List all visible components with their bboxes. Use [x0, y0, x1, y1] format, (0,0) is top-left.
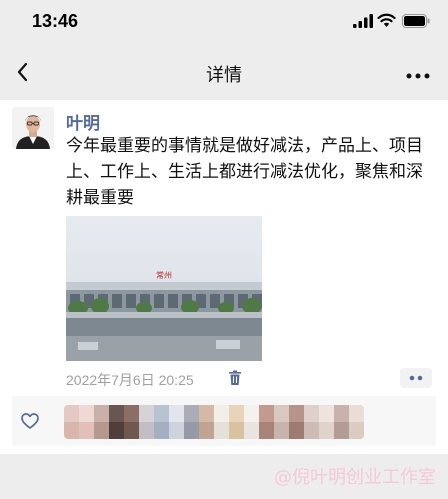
heart-icon	[21, 413, 39, 429]
liker-avatar[interactable]	[139, 405, 154, 439]
post-timestamp: 2022年7月6日 20:25	[66, 372, 194, 388]
moment-detail: 叶明 今年最重要的事情就是做好减法，产品上、项目上、工作上、生活上都进行减法优化…	[0, 100, 448, 454]
signal-icon	[353, 14, 373, 28]
liker-avatar[interactable]	[319, 405, 334, 439]
two-dots-icon	[409, 375, 423, 381]
like-comment-button[interactable]	[400, 368, 432, 388]
liker-avatar[interactable]	[244, 405, 259, 439]
post-text: 今年最重要的事情就是做好减法，产品上、项目上、工作上、生活上都进行减法优化，聚焦…	[66, 136, 423, 207]
delete-button[interactable]	[228, 370, 242, 386]
likes-panel	[12, 396, 436, 446]
liker-avatar[interactable]	[79, 405, 94, 439]
liker-avatar[interactable]	[274, 405, 289, 439]
liker-avatar[interactable]	[199, 405, 214, 439]
liker-avatar[interactable]	[169, 405, 184, 439]
post-image[interactable]: 常州	[66, 216, 262, 361]
author-name[interactable]: 叶明	[66, 109, 100, 134]
battery-icon	[402, 14, 430, 28]
avatar-portrait-icon	[12, 107, 54, 149]
nav-bar: 详情	[0, 44, 448, 100]
liker-avatar[interactable]	[64, 405, 79, 439]
watermark: @倪叶明创业工作室	[274, 467, 436, 488]
more-dots-icon	[406, 73, 430, 79]
liker-avatar[interactable]	[349, 405, 364, 439]
liker-avatar[interactable]	[229, 405, 244, 439]
liker-avatar-list	[64, 405, 364, 439]
liker-avatar[interactable]	[154, 405, 169, 439]
liker-avatar[interactable]	[334, 405, 349, 439]
liker-avatar[interactable]	[94, 405, 109, 439]
avatar[interactable]	[12, 107, 54, 149]
page-title: 详情	[206, 65, 242, 85]
status-bar: 13:46	[0, 0, 448, 44]
liker-avatar[interactable]	[184, 405, 199, 439]
liker-avatar[interactable]	[289, 405, 304, 439]
liker-avatar[interactable]	[109, 405, 124, 439]
trash-icon	[229, 370, 241, 385]
liker-avatar[interactable]	[259, 405, 274, 439]
station-photo: 常州	[66, 216, 262, 361]
station-sign-text: 常州	[156, 271, 172, 280]
status-time: 13:46	[32, 11, 79, 31]
more-button[interactable]	[404, 68, 432, 79]
liker-avatar[interactable]	[124, 405, 139, 439]
wifi-icon	[377, 13, 396, 27]
liker-avatar[interactable]	[214, 405, 229, 439]
liker-avatar[interactable]	[304, 405, 319, 439]
